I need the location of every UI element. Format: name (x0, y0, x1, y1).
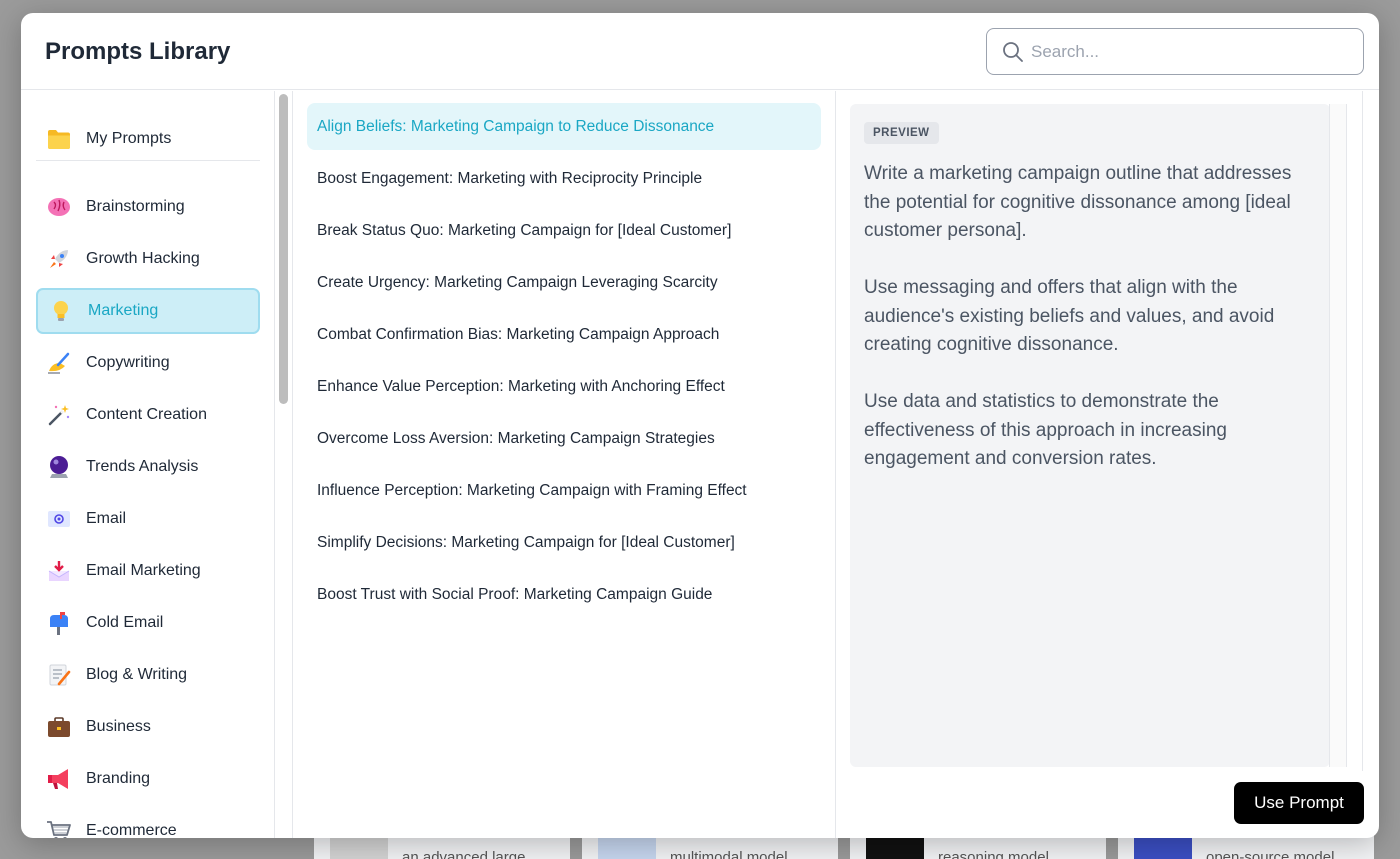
preview-text: Write a marketing campaign outline that … (864, 160, 1314, 502)
sidebar-item-label: Blog & Writing (86, 666, 188, 683)
sidebar-item-label: Brainstorming (86, 198, 185, 215)
lightbulb-icon (48, 298, 74, 324)
search-input[interactable] (1031, 29, 1351, 74)
sidebar-scrollbar-thumb[interactable] (279, 94, 288, 404)
sidebar-item-branding[interactable]: Branding (36, 756, 260, 802)
prompt-item[interactable]: Overcome Loss Aversion: Marketing Campai… (307, 415, 821, 462)
sidebar-divider (36, 160, 260, 161)
sidebar-item-label: Content Creation (86, 406, 207, 423)
sidebar-item-email[interactable]: Email (36, 496, 260, 542)
megaphone-icon (46, 766, 72, 792)
sidebar-item-label: Email (86, 510, 127, 527)
sidebar-item-label: Growth Hacking (86, 250, 200, 267)
prompt-item[interactable]: Boost Engagement: Marketing with Recipro… (307, 155, 821, 202)
background-card-text: an advanced large... (402, 849, 538, 859)
background-card-text: open-source model... (1206, 849, 1347, 859)
sidebar-item-business[interactable]: Business (36, 704, 260, 750)
memo-icon (46, 662, 72, 688)
sidebar-item-blog-writing[interactable]: Blog & Writing (36, 652, 260, 698)
background-card-text: reasoning model... (938, 849, 1062, 859)
modal-title: Prompts Library (45, 38, 231, 65)
sidebar-item-my-prompts[interactable]: My Prompts (36, 116, 260, 162)
writing-hand-icon (46, 350, 72, 376)
sidebar-item-label: Email Marketing (86, 562, 201, 579)
search-box[interactable] (986, 28, 1364, 75)
search-icon (1003, 42, 1023, 62)
sidebar-item-label: Branding (86, 770, 151, 787)
sidebar-item-email-marketing[interactable]: Email Marketing (36, 548, 260, 594)
sidebar-scrollbar[interactable] (275, 91, 293, 838)
sidebar-item-e-commerce[interactable]: E-commerce (36, 808, 260, 838)
sidebar-item-trends-analysis[interactable]: Trends Analysis (36, 444, 260, 490)
prompt-item[interactable]: Influence Perception: Marketing Campaign… (307, 467, 821, 514)
sidebar-item-label: Copywriting (86, 354, 170, 371)
preview-paragraph: Write a marketing campaign outline that … (864, 163, 1292, 241)
sidebar-item-content-creation[interactable]: Content Creation (36, 392, 260, 438)
crystal-ball-icon (46, 454, 72, 480)
sidebar-item-cold-email[interactable]: Cold Email (36, 600, 260, 646)
magic-wand-icon (46, 402, 72, 428)
rocket-icon (46, 246, 72, 272)
briefcase-icon (46, 714, 72, 740)
brain-icon (46, 194, 72, 220)
shopping-cart-icon (46, 818, 72, 838)
prompt-item[interactable]: Simplify Decisions: Marketing Campaign f… (307, 519, 821, 566)
prompts-library-modal: Prompts Library My Prompts Brainstorming (21, 13, 1379, 838)
sidebar-item-brainstorming[interactable]: Brainstorming (36, 184, 260, 230)
prompt-item[interactable]: Enhance Value Perception: Marketing with… (307, 363, 821, 410)
sidebar-item-label: E-commerce (86, 822, 177, 838)
folder-icon (46, 126, 72, 152)
sidebar-item-label: My Prompts (86, 130, 172, 147)
sidebar-item-marketing[interactable]: Marketing (36, 288, 260, 334)
prompt-item[interactable]: Combat Confirmation Bias: Marketing Camp… (307, 311, 821, 358)
email-icon (46, 506, 72, 532)
prompt-preview: PREVIEW Write a marketing campaign outli… (850, 104, 1330, 767)
mailbox-icon (46, 610, 72, 636)
sidebar-item-copywriting[interactable]: Copywriting (36, 340, 260, 386)
sidebar-item-label: Marketing (88, 302, 159, 319)
sidebar-item-label: Cold Email (86, 614, 164, 631)
background-card-text: multimodal model,... (670, 849, 805, 859)
inbox-tray-icon (46, 558, 72, 584)
prompt-item[interactable]: Create Urgency: Marketing Campaign Lever… (307, 259, 821, 306)
sidebar-item-growth-hacking[interactable]: Growth Hacking (36, 236, 260, 282)
modal-header: Prompts Library (21, 13, 1379, 90)
prompt-list: Align Beliefs: Marketing Campaign to Red… (294, 91, 836, 838)
prompt-item[interactable]: Break Status Quo: Marketing Campaign for… (307, 207, 821, 254)
sidebar-item-label: Business (86, 718, 151, 735)
preview-scrollbar[interactable] (1329, 104, 1347, 767)
prompt-item[interactable]: Align Beliefs: Marketing Campaign to Red… (307, 103, 821, 150)
use-prompt-button[interactable]: Use Prompt (1234, 782, 1364, 824)
preview-badge: PREVIEW (864, 122, 939, 144)
prompt-item[interactable]: Boost Trust with Social Proof: Marketing… (307, 571, 821, 618)
panel-divider (1362, 91, 1363, 771)
category-sidebar: My Prompts Brainstorming Growth Hacking … (21, 91, 275, 838)
preview-paragraph: Use messaging and offers that align with… (864, 277, 1275, 355)
sidebar-item-label: Trends Analysis (86, 458, 199, 475)
preview-paragraph: Use data and statistics to demonstrate t… (864, 391, 1227, 469)
